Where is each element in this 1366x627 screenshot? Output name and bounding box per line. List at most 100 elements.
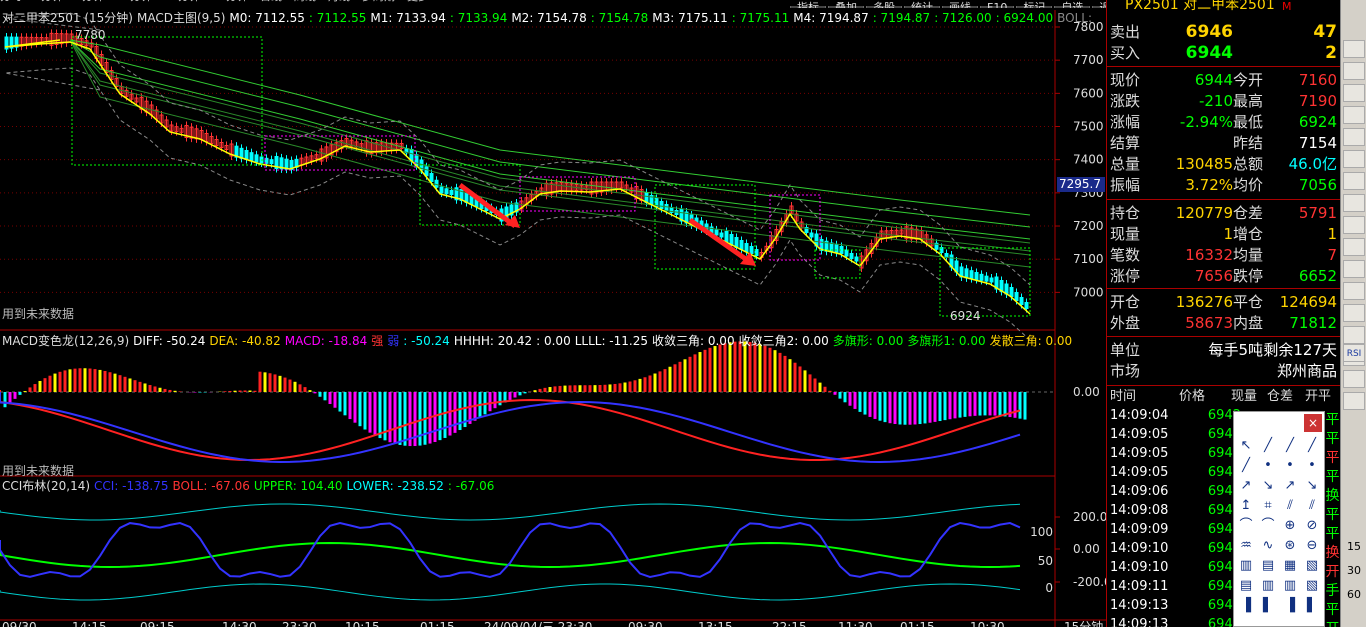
toolbar-icon[interactable] (1343, 260, 1365, 278)
drawing-tool-icon[interactable]: ⫽ (1282, 498, 1298, 514)
tick-column-header: 时间 (1110, 389, 1137, 404)
drawing-tool-icon[interactable]: ▥ (1282, 578, 1298, 594)
drawing-tool-icon[interactable]: ⊖ (1304, 538, 1320, 554)
main-indicator-value: BOLL: (1057, 11, 1093, 25)
x-axis-label: 22:15 (772, 620, 807, 627)
toolbar-icon[interactable] (1343, 392, 1365, 410)
drawing-tool-icon[interactable]: ↥ (1238, 498, 1254, 514)
drawing-tool-icon[interactable]: ↘ (1304, 478, 1320, 494)
toolbar-icon[interactable] (1343, 216, 1365, 234)
oi-row-value: 120779 (1175, 204, 1233, 222)
chart-canvas[interactable]: 7800770076007500740073007200710070007780… (0, 0, 1106, 627)
close-icon[interactable]: × (1304, 414, 1322, 432)
period-icon[interactable]: 15 (1343, 540, 1365, 553)
candle (444, 188, 449, 195)
toolbar-icon[interactable] (1343, 128, 1365, 146)
tick-time: 14:09:05 (1110, 446, 1169, 461)
period-icon[interactable]: 60 (1343, 588, 1365, 601)
drawing-tool-icon[interactable]: ▧ (1304, 558, 1320, 574)
drawing-tool-icon[interactable]: ∿ (1260, 538, 1276, 554)
toolbar-button[interactable]: 指标 (790, 2, 826, 8)
pattern-box (769, 194, 821, 261)
toolbar-button[interactable]: 多股 (866, 2, 902, 8)
drawing-tool-icon[interactable]: ▌ (1260, 598, 1276, 614)
drawing-tool-icon[interactable]: ▥ (1260, 578, 1276, 594)
drawing-tool-icon[interactable]: ♒ (1238, 538, 1254, 554)
future-data-note: 用到未来数据 (2, 307, 75, 321)
toolbar-icon[interactable] (1343, 282, 1365, 300)
main-indicator-value: M3: 7175.11 (652, 11, 728, 25)
tick-price: 6944 (1207, 522, 1241, 537)
macd-value: DIFF: -50.24 (133, 334, 206, 348)
drawing-tool-icon[interactable]: ↗ (1238, 478, 1254, 494)
candle (809, 232, 814, 238)
tick-time: 14:09:04 (1110, 408, 1169, 423)
drawing-tool-icon[interactable]: ⌒ (1260, 518, 1276, 534)
drawing-tool-icon[interactable]: ⊕ (1282, 518, 1298, 534)
toolbar-icon[interactable] (1343, 84, 1365, 102)
toolbar-button[interactable]: 统计 (904, 2, 940, 8)
toolbar-icon[interactable] (1343, 172, 1365, 190)
toolbar-icon[interactable] (1343, 304, 1365, 322)
macd-title[interactable]: MACD变色龙(12,26,9) (2, 334, 129, 348)
quote-row: 总量 130485 总额 46.0亿 (1107, 154, 1341, 175)
bid-row: 买入 6944 2 (1107, 43, 1341, 64)
drawing-tool-icon[interactable]: ▦ (1282, 558, 1298, 574)
drawing-tool-icon[interactable]: ▌ (1304, 598, 1320, 614)
x-axis-label: 11:30 (838, 620, 873, 627)
x-axis-label: 10:30 (970, 620, 1005, 627)
candle (664, 204, 669, 211)
drawing-tool-icon[interactable]: • (1304, 458, 1320, 474)
x-axis-label: 09:30 (628, 620, 663, 627)
drawing-tool-icon[interactable]: ╱ (1282, 438, 1298, 454)
drawing-tool-icon[interactable]: ↘ (1260, 478, 1276, 494)
drawing-tool-icon[interactable]: ⌒ (1238, 518, 1254, 534)
drawing-tool-icon[interactable]: ▤ (1260, 558, 1276, 574)
toolbar-icon[interactable] (1343, 326, 1365, 344)
toolbar-button[interactable]: 画线 (942, 2, 978, 8)
main-indicator-name[interactable]: MACD主图(9,5) (137, 11, 225, 25)
moving-average-line (69, 39, 1031, 244)
rsi-icon[interactable]: RSI (1343, 344, 1365, 362)
drawing-tool-icon[interactable]: ▧ (1304, 578, 1320, 594)
drawing-tool-icon[interactable]: ╱ (1238, 458, 1254, 474)
quote-row-value: -2.94% (1179, 113, 1233, 131)
toolbar-icon[interactable] (1343, 194, 1365, 212)
drawing-tool-icon[interactable]: ▐ (1282, 598, 1298, 614)
macd-value: : -50.24 (403, 334, 450, 348)
drawing-tool-icon[interactable]: ▥ (1238, 558, 1254, 574)
oc-row-value: 58673 (1185, 314, 1233, 332)
toolbar-button[interactable]: F10 (980, 2, 1015, 8)
high-label: 7780 (75, 28, 106, 42)
cci-title[interactable]: CCI布林(20,14) (2, 479, 90, 493)
drawing-tool-icon[interactable]: ⊘ (1304, 518, 1320, 534)
toolbar-icon[interactable] (1343, 238, 1365, 256)
drawing-tool-icon[interactable]: ⫽ (1304, 498, 1320, 514)
toolbar-button[interactable]: 自选 (1054, 2, 1091, 8)
drawing-tool-icon[interactable]: ↗ (1282, 478, 1298, 494)
bid-label: 买入 (1110, 44, 1141, 62)
oi-row-label: 涨停 (1110, 267, 1141, 285)
toolbar-icon[interactable] (1343, 106, 1365, 124)
toolbar-icon[interactable] (1343, 62, 1365, 80)
drawing-tool-icon[interactable]: ╱ (1260, 438, 1276, 454)
toolbar-button[interactable]: 标记 (1016, 2, 1053, 8)
toolbar-icon[interactable] (1343, 150, 1365, 168)
drawing-tool-icon[interactable]: ▤ (1238, 578, 1254, 594)
drawing-tool-icon[interactable]: ╱ (1304, 438, 1320, 454)
period-icon[interactable]: 30 (1343, 564, 1365, 577)
drawing-tool-icon[interactable]: ⌗ (1260, 498, 1276, 514)
drawing-tool-icon[interactable]: • (1260, 458, 1276, 474)
tick-time: 14:09:08 (1110, 503, 1169, 518)
x-axis-label: 24/09/04/三 23:30 (484, 620, 592, 627)
drawing-tool-icon[interactable]: ▐ (1238, 598, 1254, 614)
toolbar-icon[interactable] (1343, 370, 1365, 388)
toolbar-button[interactable]: 叠加 (828, 2, 864, 8)
drawing-tool-icon[interactable]: ↖ (1238, 438, 1254, 454)
drawing-tool-icon[interactable]: ⊛ (1282, 538, 1298, 554)
candle (424, 166, 429, 177)
drawing-tool-icon[interactable]: • (1282, 458, 1298, 474)
toolbar-icon[interactable] (1343, 40, 1365, 58)
tick-price: 6944 (1207, 446, 1241, 461)
oi-row-label: 持仓 (1110, 204, 1141, 222)
